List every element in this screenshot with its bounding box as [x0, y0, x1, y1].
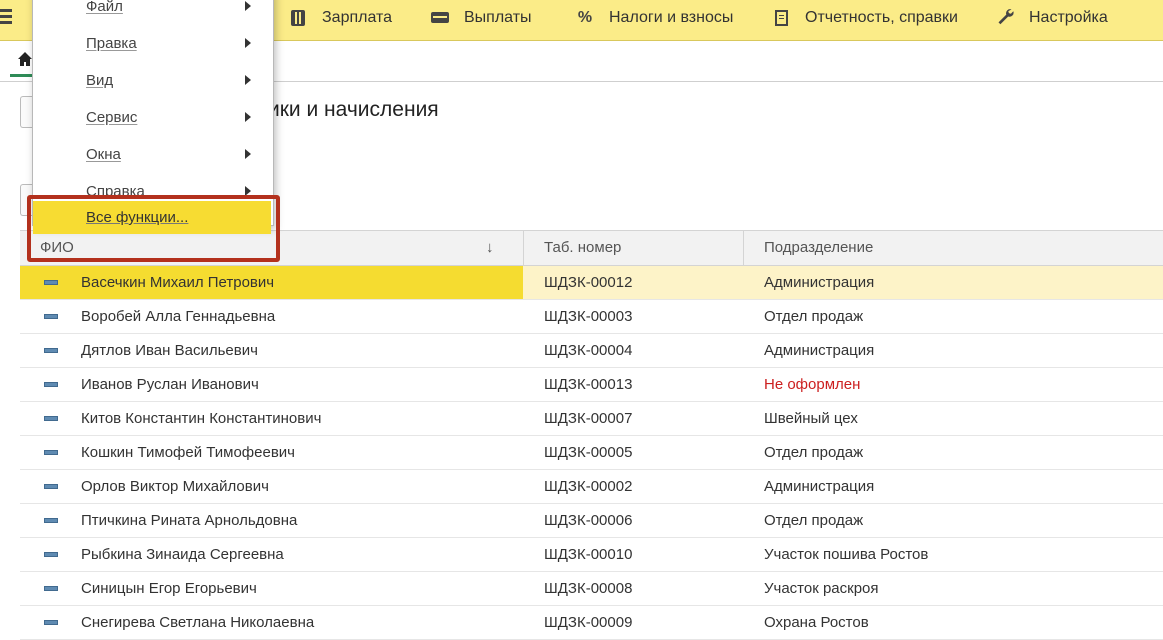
employee-icon: [44, 620, 58, 625]
employee-name: Воробей Алла Геннадьевна: [81, 308, 276, 325]
section-salary-label: Зарплата: [322, 9, 393, 26]
employee-icon: [44, 416, 58, 421]
column-separator[interactable]: [743, 231, 744, 265]
employee-tab-number: ШДЗК-00002: [544, 478, 633, 495]
employee-tab-number: ШДЗК-00013: [544, 376, 633, 393]
employee-icon: [44, 518, 58, 523]
employee-tab-number: ШДЗК-00010: [544, 546, 633, 563]
main-menu-dropdown: Файл Правка Вид Сервис Окна Справка Все …: [32, 0, 274, 234]
submenu-arrow-icon: [245, 1, 251, 11]
menu-item-windows[interactable]: Окна: [86, 136, 121, 173]
employee-tab-number: ШДЗК-00006: [544, 512, 633, 529]
wallet-icon: [430, 9, 450, 27]
submenu-arrow-icon: [245, 75, 251, 85]
employee-icon: [44, 382, 58, 387]
section-settings[interactable]: Настройка: [995, 0, 1108, 36]
employee-icon: [44, 484, 58, 489]
employee-icon: [44, 586, 58, 591]
employee-icon: [44, 280, 58, 285]
section-payments-label: Выплаты: [464, 9, 532, 26]
menu-item-file[interactable]: Файл: [86, 0, 123, 25]
employee-name: Китов Константин Константинович: [81, 410, 322, 427]
employee-icon: [44, 552, 58, 557]
employee-department: Администрация: [764, 274, 875, 291]
employee-department: Отдел продаж: [764, 308, 864, 325]
sort-desc-icon[interactable]: ↓: [486, 231, 494, 265]
table-row[interactable]: Птичкина Рината Арнольдовна ШДЗК-00006 О…: [20, 504, 1163, 538]
employee-tab-number: ШДЗК-00009: [544, 614, 633, 631]
table-row[interactable]: Иванов Руслан Иванович ШДЗК-00013 Не офо…: [20, 368, 1163, 402]
page-title: ики и начисления: [268, 98, 439, 121]
employees-table: ФИО ↓ Таб. номер Подразделение Васечкин …: [20, 230, 1163, 640]
header-tab-number[interactable]: Таб. номер: [544, 231, 621, 265]
employee-department: Отдел продаж: [764, 512, 864, 529]
home-icon[interactable]: [17, 51, 33, 72]
employee-department: Охрана Ростов: [764, 614, 869, 631]
calculator-icon: [288, 9, 308, 27]
section-taxes-label: Налоги и взносы: [609, 9, 734, 26]
main-menu-icon[interactable]: [0, 6, 12, 26]
section-payments[interactable]: Выплаты: [430, 0, 532, 36]
table-row[interactable]: Дятлов Иван Васильевич ШДЗК-00004 Админи…: [20, 334, 1163, 368]
employee-department: Отдел продаж: [764, 444, 864, 461]
table-row[interactable]: Воробей Алла Геннадьевна ШДЗК-00003 Отде…: [20, 300, 1163, 334]
employee-name: Васечкин Михаил Петрович: [81, 274, 275, 291]
employee-icon: [44, 348, 58, 353]
employee-name: Дятлов Иван Васильевич: [81, 342, 258, 359]
employee-department: Администрация: [764, 478, 875, 495]
header-department[interactable]: Подразделение: [764, 231, 873, 265]
employee-name: Кошкин Тимофей Тимофеевич: [81, 444, 295, 461]
employee-name: Рыбкина Зинаида Сергеевна: [81, 546, 284, 563]
employee-department: Швейный цех: [764, 410, 858, 427]
section-salary[interactable]: Зарплата: [288, 0, 392, 36]
section-settings-label: Настройка: [1029, 9, 1108, 26]
table-row[interactable]: Орлов Виктор Михайлович ШДЗК-00002 Админ…: [20, 470, 1163, 504]
employee-name: Синицын Егор Егорьевич: [81, 580, 257, 597]
menu-item-service[interactable]: Сервис: [86, 99, 137, 136]
table-row[interactable]: Снегирева Светлана Николаевна ШДЗК-00009…: [20, 606, 1163, 640]
employee-tab-number: ШДЗК-00008: [544, 580, 633, 597]
employee-tab-number: ШДЗК-00005: [544, 444, 633, 461]
employee-name: Орлов Виктор Михайлович: [81, 478, 269, 495]
table-row[interactable]: Синицын Егор Егорьевич ШДЗК-00008 Участо…: [20, 572, 1163, 606]
table-row[interactable]: Рыбкина Зинаида Сергеевна ШДЗК-00010 Уча…: [20, 538, 1163, 572]
employee-name: Иванов Руслан Иванович: [81, 376, 259, 393]
employee-icon: [44, 450, 58, 455]
table-row[interactable]: Васечкин Михаил Петрович ШДЗК-00012 Адми…: [20, 266, 1163, 300]
employee-department: Участок раскроя: [764, 580, 879, 597]
table-row[interactable]: Кошкин Тимофей Тимофеевич ШДЗК-00005 Отд…: [20, 436, 1163, 470]
report-icon: [771, 9, 791, 27]
column-separator[interactable]: [523, 231, 524, 265]
employee-tab-number: ШДЗК-00003: [544, 308, 633, 325]
employee-icon: [44, 314, 58, 319]
percent-icon: %: [577, 9, 593, 26]
section-taxes[interactable]: % Налоги и взносы: [575, 0, 733, 36]
section-reports[interactable]: Отчетность, справки: [771, 0, 958, 36]
table-row[interactable]: Китов Константин Константинович ШДЗК-000…: [20, 402, 1163, 436]
submenu-arrow-icon: [245, 112, 251, 122]
wrench-icon: [995, 7, 1015, 30]
section-reports-label: Отчетность, справки: [805, 9, 958, 26]
employee-department: Администрация: [764, 342, 875, 359]
menu-item-edit[interactable]: Правка: [86, 25, 137, 62]
employee-name: Птичкина Рината Арнольдовна: [81, 512, 298, 529]
submenu-arrow-icon: [245, 38, 251, 48]
employee-name: Снегирева Светлана Николаевна: [81, 614, 315, 631]
employee-department: Участок пошива Ростов: [764, 546, 929, 563]
employee-tab-number: ШДЗК-00007: [544, 410, 633, 427]
employee-tab-number: ШДЗК-00004: [544, 342, 633, 359]
employee-department-unassigned: Не оформлен: [764, 376, 861, 393]
menu-item-view[interactable]: Вид: [86, 62, 113, 99]
submenu-arrow-icon: [245, 149, 251, 159]
home-tab-indicator: [10, 74, 32, 77]
highlight-frame: [27, 195, 280, 262]
employee-tab-number: ШДЗК-00012: [544, 274, 633, 291]
